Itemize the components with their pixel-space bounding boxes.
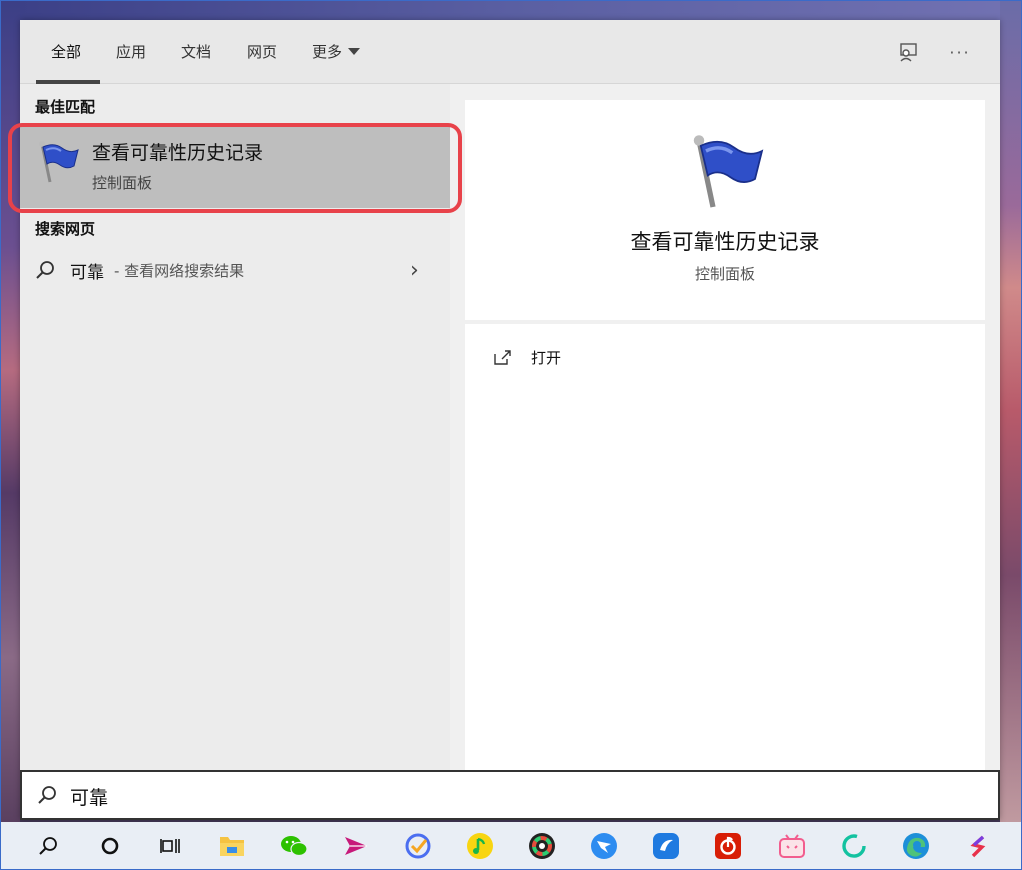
detail-title: 查看可靠性历史记录 xyxy=(630,230,820,254)
edge-icon[interactable] xyxy=(898,828,934,864)
desktop-background-top xyxy=(0,0,1022,20)
more-options-icon[interactable]: ··· xyxy=(946,38,974,66)
search-icon xyxy=(38,786,56,804)
detail-subtitle: 控制面板 xyxy=(694,265,755,283)
open-icon xyxy=(494,350,511,365)
web-description: - 查看网络搜索结果 xyxy=(114,262,245,280)
qq-music-icon[interactable] xyxy=(462,828,498,864)
web-search-heading: 搜索网页 xyxy=(35,220,96,238)
results-pane: 最佳匹配 查看可靠性历史记录 控制面板 搜索网页 可靠 - 查看网络搜索结果 › xyxy=(8,84,462,770)
open-action-label: 打开 xyxy=(531,349,562,367)
web-search-result[interactable]: 可靠 - 查看网络搜索结果 › xyxy=(20,250,450,290)
search-tab-bar: 全部 应用 文档 网页 更多 ··· xyxy=(20,20,1000,84)
taskbar-search-icon[interactable] xyxy=(30,828,66,864)
tab-documents[interactable]: 文档 xyxy=(181,40,211,64)
more-options-glyph: ··· xyxy=(949,42,971,62)
highlight-annotation xyxy=(8,123,462,213)
search-box[interactable]: 可靠 xyxy=(20,770,1000,820)
feedback-icon[interactable] xyxy=(894,38,922,66)
dingtalk-icon[interactable] xyxy=(586,828,622,864)
paper-plane-app-icon[interactable] xyxy=(338,828,374,864)
chevron-right-icon[interactable]: › xyxy=(410,258,419,283)
file-explorer-icon[interactable] xyxy=(214,828,250,864)
tab-web[interactable]: 网页 xyxy=(247,40,277,64)
s-app-icon[interactable] xyxy=(960,828,996,864)
tab-all[interactable]: 全部 xyxy=(51,40,81,64)
web-query: 可靠 xyxy=(70,263,104,283)
search-input[interactable]: 可靠 xyxy=(70,783,108,810)
task-view-icon[interactable] xyxy=(152,828,188,864)
best-match-heading: 最佳匹配 xyxy=(35,98,96,116)
flag-icon xyxy=(693,135,764,208)
taskbar xyxy=(0,822,1022,870)
tab-more[interactable]: 更多 xyxy=(312,40,361,64)
tab-apps[interactable]: 应用 xyxy=(116,40,146,64)
color-wheel-app-icon[interactable] xyxy=(524,828,560,864)
tab-more-label: 更多 xyxy=(312,43,343,61)
wechat-icon[interactable] xyxy=(276,828,312,864)
cortana-icon[interactable] xyxy=(92,828,128,864)
bilibili-icon[interactable] xyxy=(774,828,810,864)
search-icon xyxy=(36,261,54,279)
detail-pane: 查看可靠性历史记录 控制面板 打开 xyxy=(465,100,985,770)
netease-music-icon[interactable] xyxy=(710,828,746,864)
todo-check-icon[interactable] xyxy=(400,828,436,864)
feishu-icon[interactable] xyxy=(648,828,684,864)
detail-divider xyxy=(465,320,985,324)
caret-down-icon xyxy=(348,48,361,55)
search-window: 全部 应用 文档 网页 更多 ··· 最佳匹配 查看可靠性历史记录 控制面板 搜… xyxy=(8,20,1000,820)
desktop-background-right xyxy=(1000,0,1022,822)
refresh-ring-app-icon[interactable] xyxy=(836,828,872,864)
